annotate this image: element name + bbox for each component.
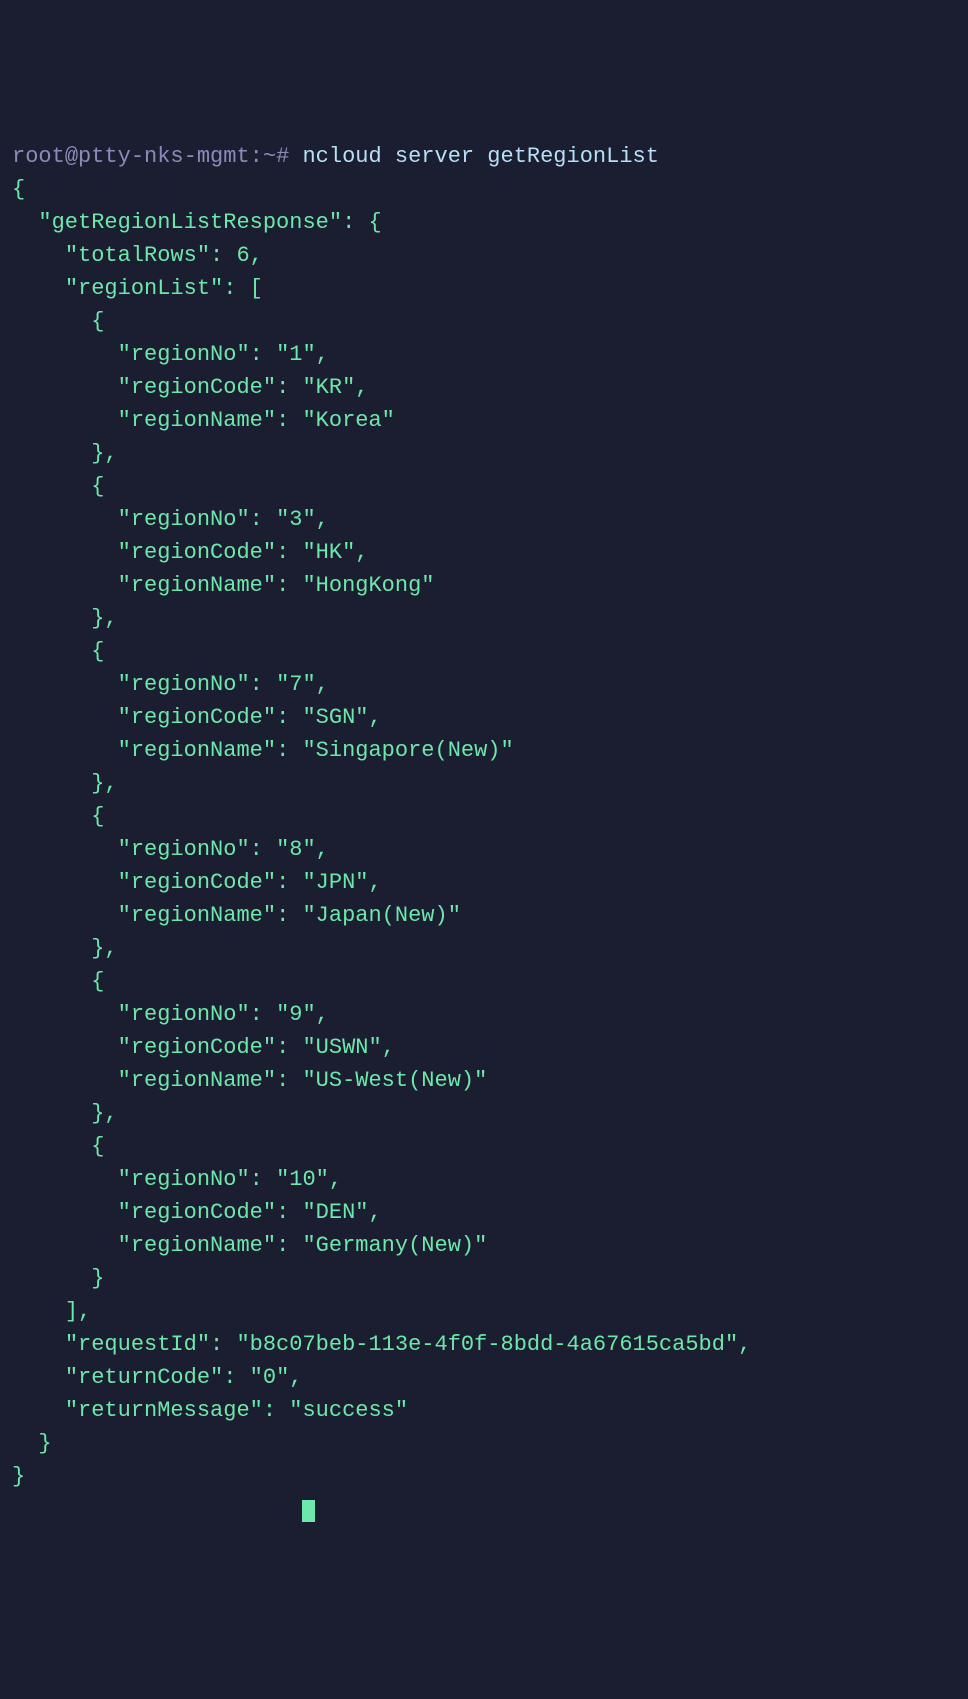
- json-close-brace: }: [12, 1464, 25, 1489]
- region-name-key: "regionName": [118, 1068, 276, 1093]
- region-code-value: "HK": [302, 540, 355, 565]
- prompt-at: @: [65, 144, 78, 169]
- region-name-key: "regionName": [118, 903, 276, 928]
- region-item-open: {: [91, 1134, 104, 1159]
- region-list-key: "regionList": [65, 276, 223, 301]
- region-code-value: "KR": [302, 375, 355, 400]
- region-name-value: "Korea": [302, 408, 394, 433]
- region-no-key: "regionNo": [118, 1167, 250, 1192]
- region-no-key: "regionNo": [118, 837, 250, 862]
- region-no-key: "regionNo": [118, 672, 250, 697]
- region-name-key: "regionName": [118, 738, 276, 763]
- request-id-value: "b8c07beb-113e-4f0f-8bdd-4a67615ca5bd": [236, 1332, 738, 1357]
- prompt-hash: #: [276, 144, 289, 169]
- region-item-close: },: [91, 936, 117, 961]
- region-name-key: "regionName": [118, 408, 276, 433]
- region-item-open: {: [91, 639, 104, 664]
- region-code-key: "regionCode": [118, 1035, 276, 1060]
- region-list-items: { "regionNo": "1", "regionCode": "KR", "…: [12, 309, 514, 1291]
- region-name-value: "Singapore(New)": [302, 738, 513, 763]
- region-no-value: "3": [276, 507, 316, 532]
- region-item-close: },: [91, 771, 117, 796]
- terminal-output: root@ptty-nks-mgmt:~# ncloud server getR…: [12, 140, 956, 1526]
- region-item-close: },: [91, 1101, 117, 1126]
- region-name-value: "Japan(New)": [302, 903, 460, 928]
- region-no-value: "8": [276, 837, 316, 862]
- command-text: ncloud server getRegionList: [302, 144, 658, 169]
- response-key: "getRegionListResponse": [38, 210, 342, 235]
- region-no-key: "regionNo": [118, 342, 250, 367]
- region-name-value: "Germany(New)": [302, 1233, 487, 1258]
- region-item-open: {: [91, 474, 104, 499]
- region-item-open: {: [91, 804, 104, 829]
- region-code-value: "USWN": [302, 1035, 381, 1060]
- region-no-value: "7": [276, 672, 316, 697]
- region-no-key: "regionNo": [118, 1002, 250, 1027]
- region-code-value: "JPN": [302, 870, 368, 895]
- request-id-key: "requestId": [65, 1332, 210, 1357]
- cursor-block: [302, 1500, 315, 1522]
- region-no-value: "9": [276, 1002, 316, 1027]
- region-code-key: "regionCode": [118, 540, 276, 565]
- region-name-key: "regionName": [118, 1233, 276, 1258]
- region-item-close: }: [91, 1266, 104, 1291]
- json-open-brace: {: [12, 177, 25, 202]
- return-code-value: "0": [250, 1365, 290, 1390]
- region-name-key: "regionName": [118, 573, 276, 598]
- region-item-close: },: [91, 441, 117, 466]
- prompt-user: root: [12, 144, 65, 169]
- region-code-value: "SGN": [302, 705, 368, 730]
- prompt-line[interactable]: root@ptty-nks-mgmt:~# ncloud server getR…: [12, 144, 659, 169]
- return-code-key: "returnCode": [65, 1365, 223, 1390]
- region-code-key: "regionCode": [118, 375, 276, 400]
- region-item-open: {: [91, 969, 104, 994]
- region-code-key: "regionCode": [118, 705, 276, 730]
- region-name-value: "US-West(New)": [302, 1068, 487, 1093]
- return-message-value: "success": [289, 1398, 408, 1423]
- region-no-value: "1": [276, 342, 316, 367]
- region-no-key: "regionNo": [118, 507, 250, 532]
- region-no-value: "10": [276, 1167, 329, 1192]
- region-item-open: {: [91, 309, 104, 334]
- region-item-close: },: [91, 606, 117, 631]
- region-code-key: "regionCode": [118, 1200, 276, 1225]
- prompt-path: ~: [263, 144, 276, 169]
- total-rows-value: 6: [236, 243, 249, 268]
- total-rows-key: "totalRows": [65, 243, 210, 268]
- region-code-value: "DEN": [302, 1200, 368, 1225]
- prompt-host: ptty-nks-mgmt: [78, 144, 250, 169]
- prompt-colon: :: [250, 144, 263, 169]
- region-name-value: "HongKong": [302, 573, 434, 598]
- return-message-key: "returnMessage": [65, 1398, 263, 1423]
- prompt-cursor-line[interactable]: [12, 1497, 315, 1522]
- region-code-key: "regionCode": [118, 870, 276, 895]
